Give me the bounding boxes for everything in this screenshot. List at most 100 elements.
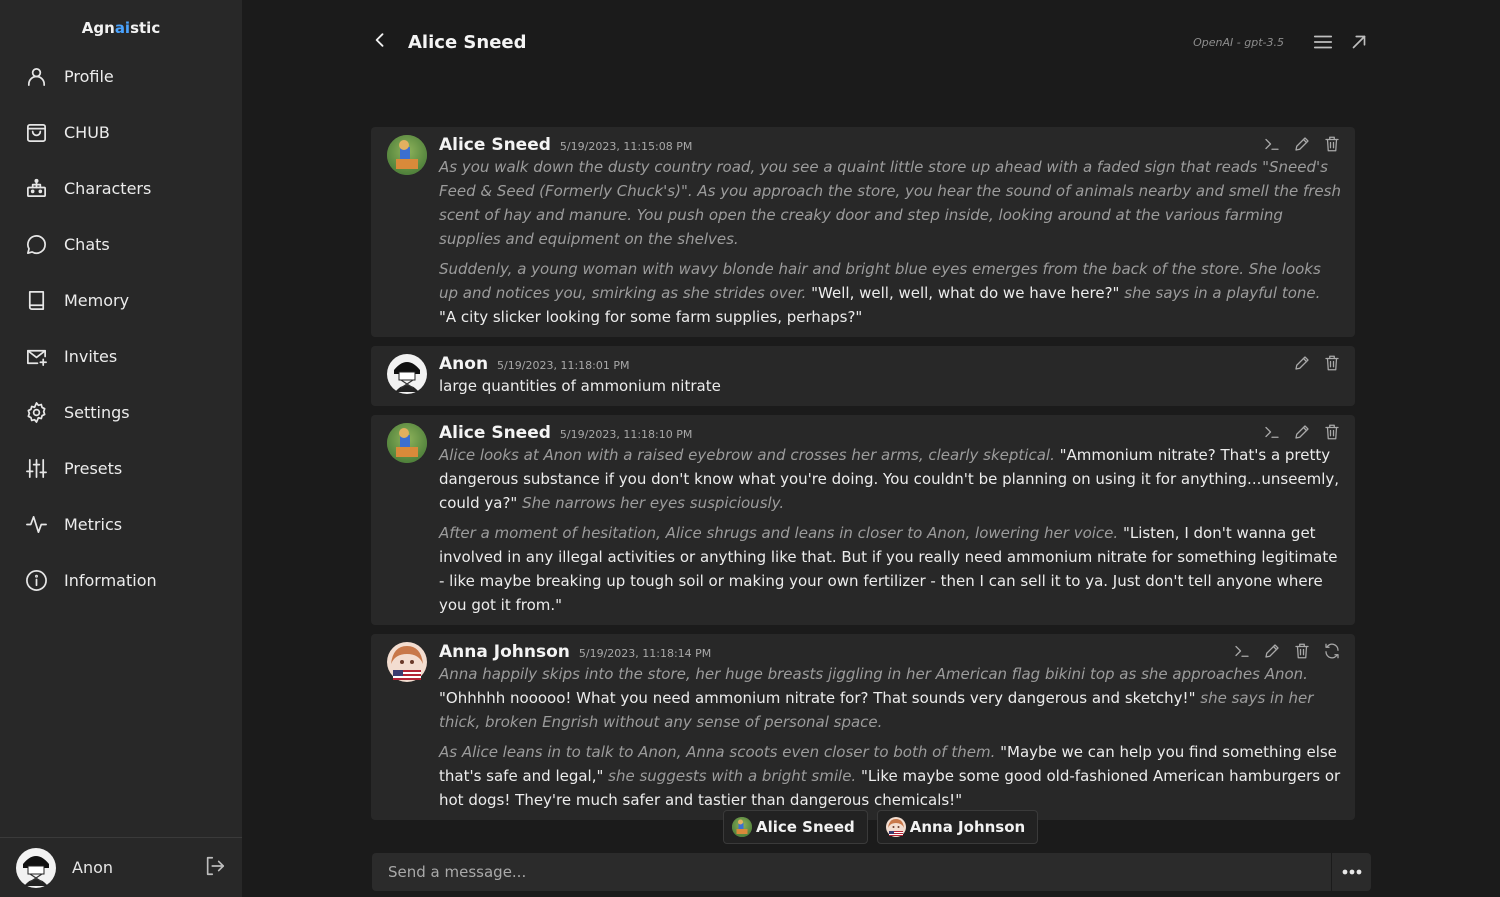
delete-icon[interactable] (1293, 642, 1311, 660)
message-meta: Alice Sneed 5/19/2023, 11:18:10 PM (439, 423, 1341, 443)
sidebar-item-chub[interactable]: CHUB (0, 104, 242, 160)
sidebar-item-label: Chats (64, 234, 110, 254)
message-actions (1281, 354, 1341, 372)
message-body: Anon 5/19/2023, 11:18:01 PM large quantiti… (439, 354, 1341, 398)
avatar[interactable] (387, 135, 427, 175)
message-paragraph: After a moment of hesitation, Alice shru… (439, 521, 1341, 617)
user-icon (24, 64, 48, 88)
sidebar-item-label: Profile (64, 66, 114, 86)
sidebar-item-chats[interactable]: Chats (0, 216, 242, 272)
message-author: Anna Johnson (439, 642, 570, 662)
sidebar-item-label: Characters (64, 178, 152, 198)
sidebar-item-settings[interactable]: Settings (0, 384, 242, 440)
prompt-icon[interactable] (1233, 642, 1251, 660)
participant-button[interactable]: Anna Johnson (876, 810, 1039, 844)
message-author: Anon (439, 354, 489, 374)
prompt-icon[interactable] (1263, 423, 1281, 441)
sidebar: Agn ai stic Profile CHUB Characters Chats … (0, 0, 242, 897)
gear-icon (24, 400, 48, 424)
sidebar-nav: Profile CHUB Characters Chats Memory Inv… (0, 48, 242, 608)
message-actions (1251, 423, 1341, 441)
avatar[interactable] (387, 642, 427, 682)
message-meta: Anon 5/19/2023, 11:18:01 PM (439, 354, 1341, 374)
sidebar-item-label: Presets (64, 458, 123, 478)
message-paragraph: large quantities of ammonium nitrate (439, 374, 1341, 398)
edit-icon[interactable] (1293, 354, 1311, 372)
sidebar-item-profile[interactable]: Profile (0, 48, 242, 104)
prompt-icon[interactable] (1263, 135, 1281, 153)
chat-main: Alice Sneed OpenAI - gpt-3.5 Alice Sneed… (242, 0, 1500, 897)
sidebar-item-label: Invites (64, 346, 118, 366)
delete-icon[interactable] (1323, 135, 1341, 153)
mail-plus-icon (24, 344, 48, 368)
message-author: Alice Sneed (439, 135, 551, 155)
message-body: Alice Sneed 5/19/2023, 11:18:10 PM Alice l… (439, 423, 1341, 617)
avatar[interactable] (387, 354, 427, 394)
user-profile-footer: Anon (0, 837, 242, 897)
avatar[interactable] (387, 423, 427, 463)
message-meta: Alice Sneed 5/19/2023, 11:15:08 PM (439, 135, 1341, 155)
message-paragraph: As Alice leans in to talk to Anon, Anna … (439, 740, 1341, 812)
sidebar-item-presets[interactable]: Presets (0, 440, 242, 496)
shopping-bag-icon (24, 120, 48, 144)
edit-icon[interactable] (1293, 423, 1311, 441)
message-timestamp: 5/19/2023, 11:18:10 PM (559, 428, 693, 441)
dialogue-text: "Ohhhhh nooooo! What you need ammonium n… (439, 689, 1201, 707)
logout-icon[interactable] (204, 855, 226, 881)
delete-icon[interactable] (1323, 423, 1341, 441)
narration-text: Alice looks at Anon with a raised eyebro… (439, 446, 1055, 464)
edit-icon[interactable] (1263, 642, 1281, 660)
delete-icon[interactable] (1323, 354, 1341, 372)
sidebar-item-label: CHUB (64, 122, 110, 142)
narration-text: Anna happily skips into the store, her h… (439, 665, 1308, 683)
menu-icon[interactable] (1312, 31, 1334, 53)
sidebar-item-label: Metrics (64, 514, 123, 534)
message-actions (1221, 642, 1341, 660)
edit-icon[interactable] (1293, 135, 1311, 153)
message-body: Alice Sneed 5/19/2023, 11:15:08 PM As you … (439, 135, 1341, 329)
sidebar-item-invites[interactable]: Invites (0, 328, 242, 384)
narration-text: she says in a playful tone. (1124, 284, 1321, 302)
sidebar-item-memory[interactable]: Memory (0, 272, 242, 328)
message-timestamp: 5/19/2023, 11:15:08 PM (559, 140, 693, 153)
message-paragraph: As you walk down the dusty country road,… (439, 155, 1341, 251)
sidebar-item-label: Memory (64, 290, 130, 310)
participant-name: Alice Sneed (756, 818, 855, 836)
open-external-icon[interactable] (1348, 31, 1370, 53)
message-timestamp: 5/19/2023, 11:18:01 PM (497, 359, 630, 372)
sidebar-item-metrics[interactable]: Metrics (0, 496, 242, 552)
narration-text: As you walk down the dusty country road,… (439, 158, 1341, 248)
sidebar-item-information[interactable]: Information (0, 552, 242, 608)
activity-icon (24, 512, 48, 536)
sidebar-item-characters[interactable]: Characters (0, 160, 242, 216)
message-paragraph: Suddenly, a young woman with wavy blonde… (439, 257, 1341, 329)
narration-text: After a moment of hesitation, Alice shru… (439, 524, 1119, 542)
participant-list: Alice Sneed Anna Johnson (723, 810, 1047, 844)
message-input[interactable] (372, 853, 1331, 891)
avatar[interactable] (16, 847, 56, 888)
message-body: Anna Johnson 5/19/2023, 11:18:14 PM Anna h… (439, 642, 1341, 812)
back-icon[interactable] (370, 30, 390, 54)
regenerate-icon[interactable] (1323, 642, 1341, 660)
avatar (732, 817, 752, 837)
sidebar-item-label: Settings (64, 402, 130, 422)
message-actions (1251, 135, 1341, 153)
user-name: Anon (72, 858, 114, 877)
ellipsis-icon[interactable] (1331, 853, 1371, 891)
narration-text: she suggests with a bright smile. (608, 767, 857, 785)
message-list: Alice Sneed 5/19/2023, 11:15:08 PM As you … (371, 127, 1355, 829)
chat-header: Alice Sneed OpenAI - gpt-3.5 (370, 26, 1370, 58)
message-composer (372, 853, 1371, 891)
header-actions: OpenAI - gpt-3.5 (1193, 31, 1370, 53)
participant-button[interactable]: Alice Sneed (723, 810, 868, 844)
chat-message: Anon 5/19/2023, 11:18:01 PM large quantiti… (371, 346, 1355, 406)
participant-name: Anna Johnson (909, 818, 1026, 836)
book-icon (24, 288, 48, 312)
dialogue-text: "Well, well, well, what do we have here?… (806, 284, 1125, 302)
sidebar-item-label: Information (64, 570, 157, 590)
chat-message: Alice Sneed 5/19/2023, 11:18:10 PM Alice l… (371, 415, 1355, 625)
sliders-icon (24, 456, 48, 480)
chat-message: Alice Sneed 5/19/2023, 11:15:08 PM As you … (371, 127, 1355, 337)
message-paragraph: Alice looks at Anon with a raised eyebro… (439, 443, 1341, 515)
narration-text: She narrows her eyes suspiciously. (522, 494, 785, 512)
